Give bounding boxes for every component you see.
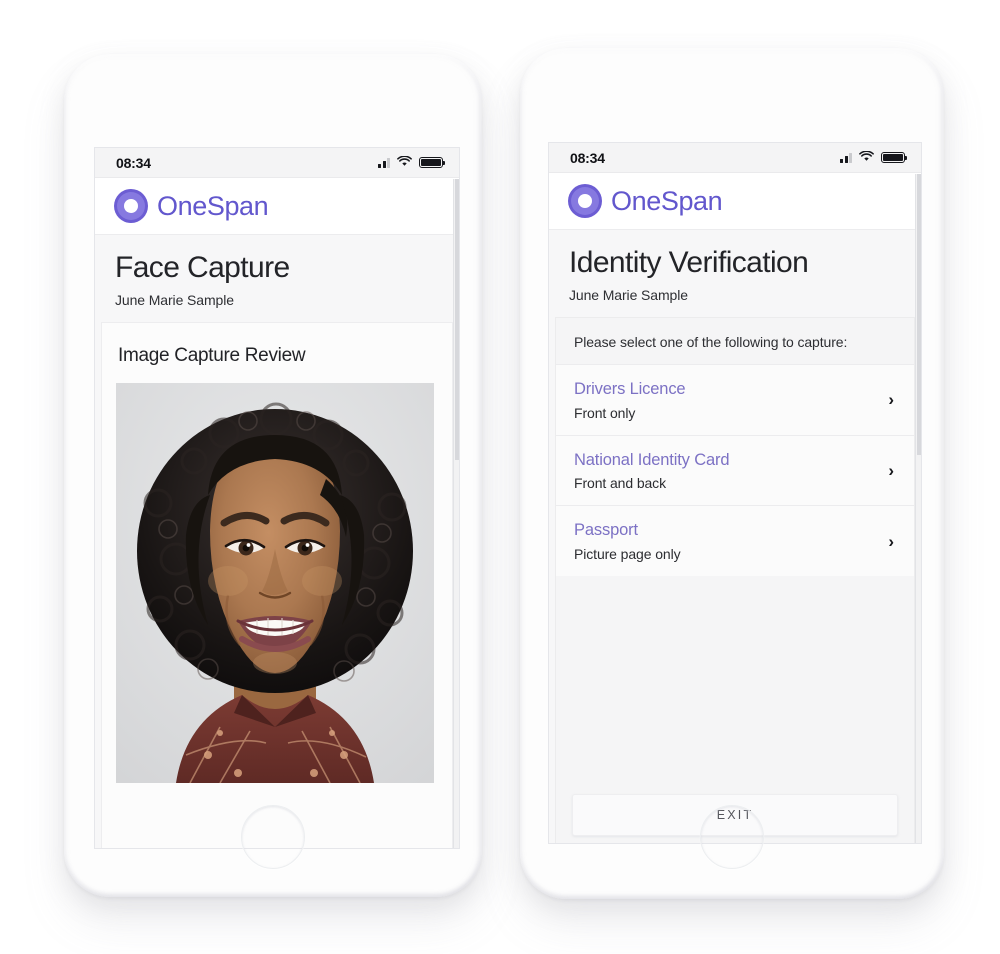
chevron-right-icon: › — [888, 531, 894, 551]
selection-prompt: Please select one of the following to ca… — [574, 334, 848, 350]
onespan-ring-logo-icon — [114, 189, 148, 223]
page-header: Face Capture June Marie Sample — [95, 235, 459, 322]
document-option-list: Drivers Licence Front only › National Id… — [556, 364, 914, 576]
home-button[interactable] — [241, 805, 305, 869]
wifi-icon — [397, 154, 412, 172]
phone-device-face-capture: 08:34 OneSpan Face Capture June Marie Sa… — [64, 54, 482, 897]
page-subtitle-user-name: June Marie Sample — [569, 287, 688, 303]
screen-scrollbar-thumb[interactable] — [917, 174, 921, 455]
screen-scrollbar-thumb[interactable] — [455, 179, 459, 460]
screen-scrollbar[interactable] — [915, 174, 921, 843]
option-title: Passport — [574, 521, 638, 540]
status-time: 08:34 — [570, 149, 605, 166]
document-selection-panel: Please select one of the following to ca… — [555, 317, 915, 843]
page-header: Identity Verification June Marie Sample — [549, 230, 921, 317]
screen-scrollbar[interactable] — [453, 179, 459, 848]
cellular-signal-icon — [840, 152, 852, 163]
status-icons — [378, 154, 445, 172]
option-subtitle: Front only — [574, 404, 636, 421]
option-national-identity-card[interactable]: National Identity Card Front and back › — [556, 434, 914, 506]
app-brand-bar: OneSpan — [95, 178, 459, 235]
wifi-icon — [859, 149, 874, 167]
panel-spacer — [556, 576, 914, 794]
review-card-title: Image Capture Review — [118, 345, 306, 366]
option-drivers-licence[interactable]: Drivers Licence Front only › — [556, 364, 914, 435]
phone-device-identity-verification: 08:34 OneSpan Identity Verification June… — [520, 48, 944, 899]
page-subtitle-user-name: June Marie Sample — [115, 292, 234, 308]
status-time: 08:34 — [116, 154, 151, 171]
status-bar: 08:34 — [549, 143, 921, 173]
battery-full-icon — [419, 157, 445, 168]
option-title: National Identity Card — [574, 450, 730, 469]
brand-wordmark: OneSpan — [157, 190, 269, 221]
phone-screen-face-capture: 08:34 OneSpan Face Capture June Marie Sa… — [95, 148, 459, 848]
home-button[interactable] — [700, 805, 764, 869]
status-icons — [840, 149, 907, 167]
page-title: Identity Verification — [569, 246, 809, 279]
option-passport[interactable]: Passport Picture page only › — [556, 505, 914, 576]
captured-selfie-portrait — [116, 383, 434, 783]
page-title: Face Capture — [115, 251, 290, 284]
option-subtitle: Front and back — [574, 475, 666, 492]
option-title: Drivers Licence — [574, 380, 686, 398]
image-capture-review-card: Image Capture Review — [101, 322, 453, 848]
status-bar: 08:34 — [95, 148, 459, 178]
brand-wordmark: OneSpan — [611, 185, 723, 216]
chevron-right-icon: › — [888, 390, 894, 410]
onespan-ring-logo-icon — [568, 184, 602, 218]
option-subtitle: Picture page only — [574, 545, 681, 562]
chevron-right-icon: › — [888, 460, 894, 480]
cellular-signal-icon — [378, 157, 390, 168]
app-brand-bar: OneSpan — [549, 173, 921, 230]
battery-full-icon — [881, 152, 907, 163]
phone-screen-identity-verification: 08:34 OneSpan Identity Verification June… — [549, 143, 921, 843]
